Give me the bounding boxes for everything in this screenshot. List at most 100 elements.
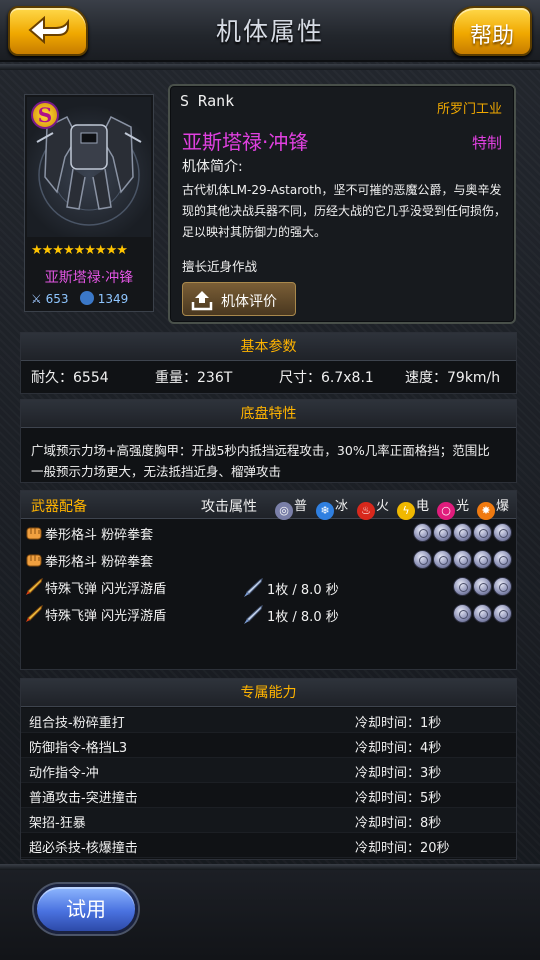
chassis-description: 广域预示力场+高强度胸甲：开战5秒内抵挡远程攻击，30%几率正面格挡；范围比 一… (31, 440, 521, 482)
rank-label: S Rank (180, 92, 235, 110)
mech-name: 亚斯塔禄·冲锋 (182, 130, 309, 154)
abilities-list: 组合技-粉碎重打 冷却时间：1秒 防御指令-格挡L3 冷却时间：4秒 动作指令-… (21, 708, 516, 860)
weapon-element-orbs (452, 577, 512, 600)
sword-icon: ⚔ (31, 292, 42, 306)
fist-icon (26, 527, 42, 540)
chassis-title: 底盘特性 (21, 400, 516, 428)
fire-element-icon: ♨ (357, 502, 375, 520)
missile-icon (26, 578, 43, 595)
normal-orb-icon (493, 523, 512, 542)
basic-params-title: 基本参数 (21, 333, 516, 361)
ability-name: 架招-狂暴 (29, 816, 86, 831)
ability-row[interactable]: 架招-狂暴 冷却时间：8秒 (21, 808, 516, 833)
mech-review-label: 机体评价 (221, 294, 277, 310)
basic-params-section: 基本参数 耐久：6554 重量：236T 尺寸：6.7x8.1 速度：79km/… (20, 332, 517, 394)
defense-value: 1349 (97, 292, 129, 306)
element-label: 冰 (335, 499, 349, 514)
ability-name: 防御指令-格挡L3 (29, 741, 128, 756)
ability-row[interactable]: 超必杀技-核爆撞击 冷却时间：20秒 (21, 833, 516, 858)
element-label: 爆 (496, 499, 510, 514)
normal-orb-icon (473, 523, 492, 542)
weapons-title: 武器配备 (31, 499, 87, 515)
normal-orb-icon (433, 550, 452, 569)
weapon-ammo: 1枚 / 8.0 秒 (243, 605, 339, 625)
light-element-icon: ○ (437, 502, 455, 520)
header-bar: 机体属性 帮助 (0, 0, 540, 62)
rank-s-badge: S (31, 101, 59, 129)
element-normal: ◎ 普 (275, 495, 307, 520)
ability-row[interactable]: 普通攻击-突进撞击 冷却时间：5秒 (21, 783, 516, 808)
weapon-element-orbs (412, 523, 512, 546)
ability-cooldown: 冷却时间：3秒 (355, 766, 442, 781)
intro-text: 古代机体LM-29-Astaroth，坚不可摧的恶魔公爵，与奥辛发现的其他决战兵… (182, 183, 507, 239)
manufacturer: 所罗门工业 (436, 102, 502, 117)
special-tag: 特制 (471, 134, 502, 152)
speed: 速度：79km/h (405, 370, 501, 386)
ability-name: 组合技-粉碎重打 (29, 716, 125, 731)
shield-icon (79, 291, 94, 305)
element-fire: ♨ 火 (357, 495, 389, 520)
normal-orb-icon (453, 577, 472, 596)
weapon-row[interactable]: 拳形格斗 粉碎拳套 (21, 547, 516, 573)
chassis-section: 底盘特性 广域预示力场+高强度胸甲：开战5秒内抵挡远程攻击，30%几率正面格挡；… (20, 399, 517, 483)
ammo-text: 1枚 / 8.0 秒 (267, 610, 339, 625)
help-button[interactable]: 帮助 (452, 6, 532, 56)
element-explosive: ✸ 爆 (477, 495, 509, 520)
element-label: 光 (456, 499, 470, 514)
element-label: 普 (294, 499, 308, 514)
normal-element-icon: ◎ (275, 502, 293, 520)
weapons-section: 武器配备 攻击属性 ◎ 普 ❄ 冰 ♨ 火 ϟ电 ○ 光 ✸ 爆 拳形格斗 粉碎拳套 拳形… (20, 490, 517, 670)
attack-attr-label: 攻击属性 (201, 499, 257, 515)
ammo-text: 1枚 / 8.0 秒 (267, 583, 339, 598)
try-out-button[interactable]: 试用 (34, 884, 138, 934)
intro-label: 机体简介: (182, 159, 243, 175)
durability: 耐久：6554 (31, 370, 109, 386)
normal-orb-icon (493, 604, 512, 623)
normal-orb-icon (413, 550, 432, 569)
electric-element-icon: ϟ (397, 502, 415, 520)
normal-orb-icon (453, 523, 472, 542)
upload-icon (191, 291, 213, 311)
ability-row[interactable]: 动作指令-冲 冷却时间：3秒 (21, 758, 516, 783)
fist-icon (26, 554, 42, 567)
unit-card[interactable]: S ★★★★★★★★★ 亚斯塔禄·冲锋 ⚔ 653 1349 (24, 94, 154, 312)
ability-cooldown: 冷却时间：5秒 (355, 791, 442, 806)
element-label: 电 (416, 499, 430, 514)
star-rating: ★★★★★★★★★ (31, 243, 128, 258)
ability-cooldown: 冷却时间：4秒 (355, 741, 442, 756)
normal-orb-icon (413, 523, 432, 542)
weapon-row[interactable]: 拳形格斗 粉碎拳套 (21, 520, 516, 546)
normal-orb-icon (453, 550, 472, 569)
normal-orb-icon (493, 577, 512, 596)
weapon-name: 特殊飞弹 闪光浮游盾 (45, 582, 167, 597)
chassis-line-1: 广域预示力场+高强度胸甲：开战5秒内抵挡远程攻击，30%几率正面格挡；范围比 (31, 443, 490, 458)
weapon-element-orbs (412, 550, 512, 573)
ability-name: 超必杀技-核爆撞击 (29, 841, 138, 856)
mech-info-panel: S Rank 所罗门工业 亚斯塔禄·冲锋 特制 机体简介: 古代机体LM-29-… (168, 84, 516, 324)
weight: 重量：236T (155, 370, 233, 386)
normal-orb-icon (473, 604, 492, 623)
mech-portrait: S (27, 97, 151, 237)
ammo-icon (244, 605, 263, 624)
weapon-ammo: 1枚 / 8.0 秒 (243, 578, 339, 598)
size: 尺寸：6.7x8.1 (279, 370, 374, 386)
explosive-element-icon: ✸ (477, 502, 495, 520)
weapon-row[interactable]: 特殊飞弹 闪光浮游盾 1枚 / 8.0 秒 (21, 574, 516, 600)
normal-orb-icon (473, 577, 492, 596)
weapon-name: 特殊飞弹 闪光浮游盾 (45, 609, 167, 624)
weapon-row[interactable]: 特殊飞弹 闪光浮游盾 1枚 / 8.0 秒 (21, 601, 516, 627)
normal-orb-icon (433, 523, 452, 542)
unit-name: 亚斯塔禄·冲锋 (44, 270, 134, 286)
specialty-text: 擅长近身作战 (182, 259, 258, 274)
mech-review-button[interactable]: 机体评价 (182, 282, 296, 316)
abilities-title: 专属能力 (21, 679, 516, 707)
chassis-line-2: 一般预示力场更大，无法抵挡近身、榴弹攻击 (31, 464, 282, 479)
weapon-name: 拳形格斗 粉碎拳套 (45, 555, 154, 570)
element-label: 火 (376, 499, 390, 514)
ability-row[interactable]: 组合技-粉碎重打 冷却时间：1秒 (21, 708, 516, 733)
missile-icon (26, 605, 43, 622)
normal-orb-icon (453, 604, 472, 623)
attack-value: 653 (45, 292, 69, 306)
ability-name: 动作指令-冲 (29, 766, 99, 781)
ability-row[interactable]: 防御指令-格挡L3 冷却时间：4秒 (21, 733, 516, 758)
